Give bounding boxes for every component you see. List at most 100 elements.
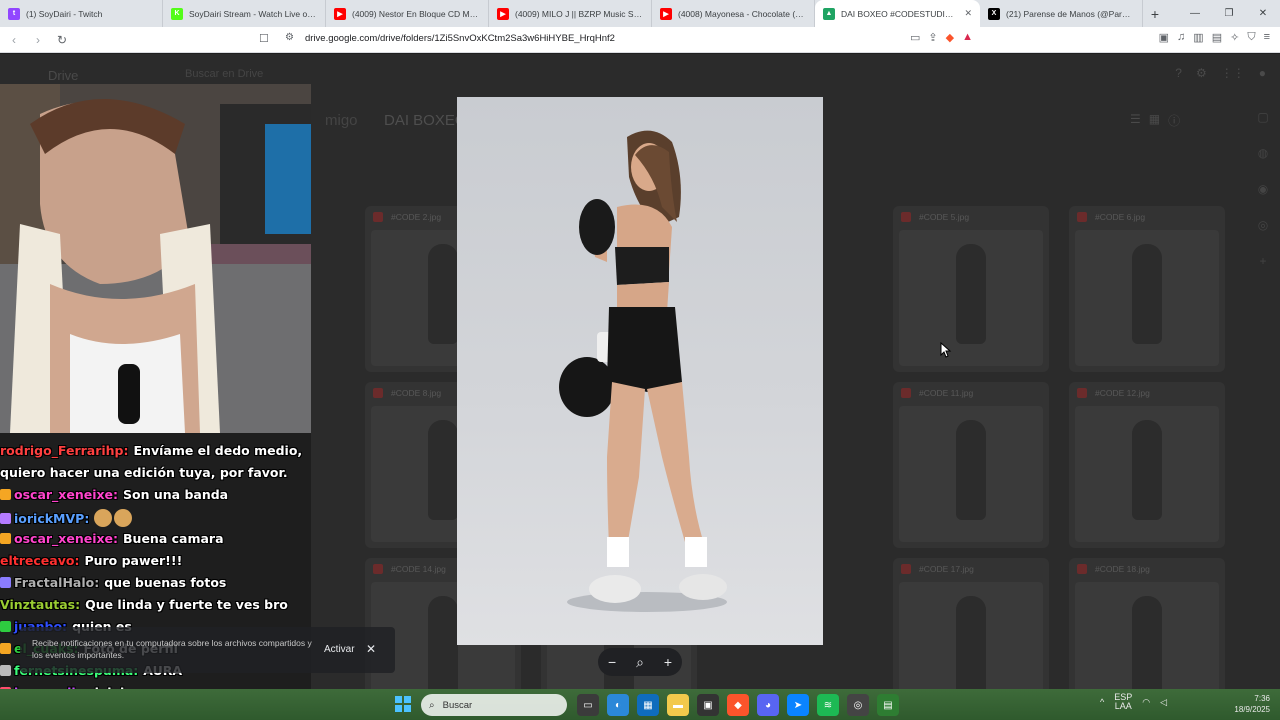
drive-logo[interactable]: Drive [48, 68, 78, 83]
browser-tab[interactable]: t (1) SoyDairi - Twitch [0, 0, 163, 27]
apps-icon[interactable]: ⋮⋮ [1221, 66, 1245, 80]
share-icon[interactable]: ⇪ [928, 31, 937, 44]
drive-search-input[interactable]: Buscar en Drive [185, 68, 263, 80]
vpn-icon[interactable]: ⛉ [1247, 31, 1255, 44]
notification-toast: Recibe notificaciones en tu computadora … [20, 627, 395, 673]
messenger-icon[interactable]: ➤ [787, 694, 809, 716]
back-icon[interactable]: ‹ [4, 30, 24, 50]
copilot-icon[interactable]: ◐ [607, 694, 629, 716]
close-window-icon[interactable]: ✕ [1246, 0, 1280, 27]
file-name: #CODE 17.jpg [919, 564, 974, 574]
tab-close-icon[interactable]: ✕ [964, 8, 972, 19]
bookmark-icon[interactable]: ☐ [259, 32, 269, 45]
search-icon: ⌕ [429, 699, 435, 711]
menu-icon[interactable]: ≡ [1264, 31, 1270, 44]
image-file-icon [901, 564, 911, 574]
music-icon[interactable]: ♫ [1177, 31, 1185, 44]
discord-icon[interactable]: ◕ [757, 694, 779, 716]
file-card[interactable]: #CODE 5.jpg [893, 206, 1049, 372]
chat-username[interactable]: oscar_xeneixe: [14, 487, 118, 502]
brave-rewards-icon[interactable]: ▲ [962, 31, 973, 44]
reader-icon[interactable]: ▥ [1193, 31, 1203, 44]
wallet-icon[interactable]: ▤ [1212, 31, 1222, 44]
tab-favicon-icon: ▶ [660, 7, 672, 20]
chat-username[interactable]: rodrigo_Ferrarihp: [0, 443, 129, 458]
file-card[interactable]: #CODE 11.jpg [893, 382, 1049, 548]
browser-tab[interactable]: ▶ (4009) Nestor En Bloque CD Mi Única [326, 0, 489, 27]
store-icon[interactable]: ▦ [637, 694, 659, 716]
chat-username[interactable]: eltreceavo: [0, 553, 79, 568]
browser-tab[interactable]: X (21) Parense de Manos (@ParenseDe [980, 0, 1143, 27]
new-tab-button[interactable]: + [1143, 0, 1167, 27]
spotify-icon[interactable]: ≋ [817, 694, 839, 716]
grid-view-icon[interactable]: ▦ [1149, 112, 1160, 129]
task-view-icon[interactable]: ▭ [577, 694, 599, 716]
chat-username[interactable]: FractalHalo: [14, 575, 99, 590]
file-name: #CODE 12.jpg [1095, 388, 1150, 398]
breadcrumb-prev[interactable]: migo [325, 112, 358, 129]
brave-browser-icon[interactable]: ◆ [727, 694, 749, 716]
windows-start-icon[interactable] [395, 696, 411, 712]
zoom-out-button[interactable]: − [608, 654, 616, 670]
calendar-icon[interactable]: ▢ [1257, 110, 1268, 124]
toast-close-icon[interactable]: ✕ [366, 642, 376, 656]
file-card[interactable]: #CODE 12.jpg [1069, 382, 1225, 548]
zoom-magnifier-icon[interactable]: ⌕ [636, 654, 644, 671]
tasks-icon[interactable]: ◉ [1258, 182, 1268, 196]
add-addon-icon[interactable]: + [1259, 254, 1266, 268]
browser-tab[interactable]: ▲ DAI BOXEO #CODESTUDIO - Go ✕ [815, 0, 980, 27]
tab-title: (4009) Nestor En Bloque CD Mi Única [352, 8, 480, 19]
chat-badge-icon [0, 513, 11, 524]
sidebar-icon[interactable]: ▣ [1159, 31, 1169, 44]
ai-icon[interactable]: ✧ [1230, 31, 1239, 44]
minimize-icon[interactable]: — [1178, 0, 1212, 27]
chat-badge-icon [0, 489, 11, 500]
contacts-icon[interactable]: ◎ [1258, 218, 1268, 232]
chat-username[interactable]: oscar_xeneixe: [14, 531, 118, 546]
url-field[interactable]: drive.google.com/drive/folders/1Zi5SnvOx… [305, 33, 615, 44]
file-card[interactable]: #CODE 6.jpg [1069, 206, 1225, 372]
settings-icon[interactable]: ⚙ [1196, 66, 1207, 80]
terminal-icon[interactable]: ▣ [697, 694, 719, 716]
reload-icon[interactable]: ↻ [52, 30, 72, 50]
tab-favicon-icon: K [171, 7, 183, 20]
file-explorer-icon[interactable]: ▬ [667, 694, 689, 716]
restore-icon[interactable]: ❐ [1212, 0, 1246, 27]
obs-icon[interactable]: ◎ [847, 694, 869, 716]
browser-tab[interactable]: ▶ (4009) MILO J || BZRP Music Sess [489, 0, 652, 27]
cast-icon[interactable]: ▭ [910, 31, 920, 44]
app-icon[interactable]: ▤ [877, 694, 899, 716]
chat-username[interactable]: Vinztautas: [0, 597, 80, 612]
browser-tab[interactable]: ▶ (4008) Mayonesa - Chocolate (Video [652, 0, 815, 27]
extensions-toolbar: ▣ ♫ ▥ ▤ ✧ ⛉ ≡ [1159, 31, 1270, 44]
taskbar-search[interactable]: ⌕ Buscar [421, 694, 567, 716]
clock[interactable]: 7:36 18/9/2025 [1234, 693, 1270, 715]
brave-shields-icon[interactable]: ◆ [946, 31, 954, 44]
tab-title: SoyDairi Stream - Watch Live on Kick [189, 8, 317, 19]
taskbar-search-label: Buscar [442, 699, 473, 711]
window-controls: — ❐ ✕ [1178, 0, 1280, 27]
chat-badge-icon [0, 643, 11, 654]
chat-text: Puro pawer!!! [84, 553, 183, 568]
avatar[interactable]: ● [1259, 66, 1266, 80]
image-file-icon [1077, 564, 1087, 574]
forward-icon[interactable]: › [28, 30, 48, 50]
help-icon[interactable]: ? [1175, 66, 1182, 80]
tray-lang[interactable]: ESP LAA [1114, 693, 1132, 711]
list-view-icon[interactable]: ☰ [1130, 112, 1141, 129]
zoom-in-button[interactable]: + [664, 654, 672, 670]
chat-username[interactable]: iorickMVP: [14, 511, 89, 526]
keep-icon[interactable]: ◍ [1258, 146, 1268, 160]
clock-time: 7:36 [1254, 694, 1270, 703]
toast-activate-button[interactable]: Activar [324, 644, 355, 655]
tab-title: DAI BOXEO #CODESTUDIO - Go [841, 8, 959, 19]
browser-tab[interactable]: K SoyDairi Stream - Watch Live on Kick [163, 0, 326, 27]
site-info-icon[interactable]: ⚙ [285, 32, 294, 43]
info-icon[interactable]: ⓘ [1168, 112, 1180, 129]
file-name: #CODE 11.jpg [919, 388, 974, 398]
wifi-icon[interactable]: ◠ [1142, 697, 1150, 708]
volume-icon[interactable]: ◁ [1160, 697, 1167, 708]
file-name: #CODE 6.jpg [1095, 212, 1146, 222]
folder-title[interactable]: DAI BOXEO [384, 112, 467, 129]
tray-chevron-icon[interactable]: ^ [1100, 697, 1104, 707]
